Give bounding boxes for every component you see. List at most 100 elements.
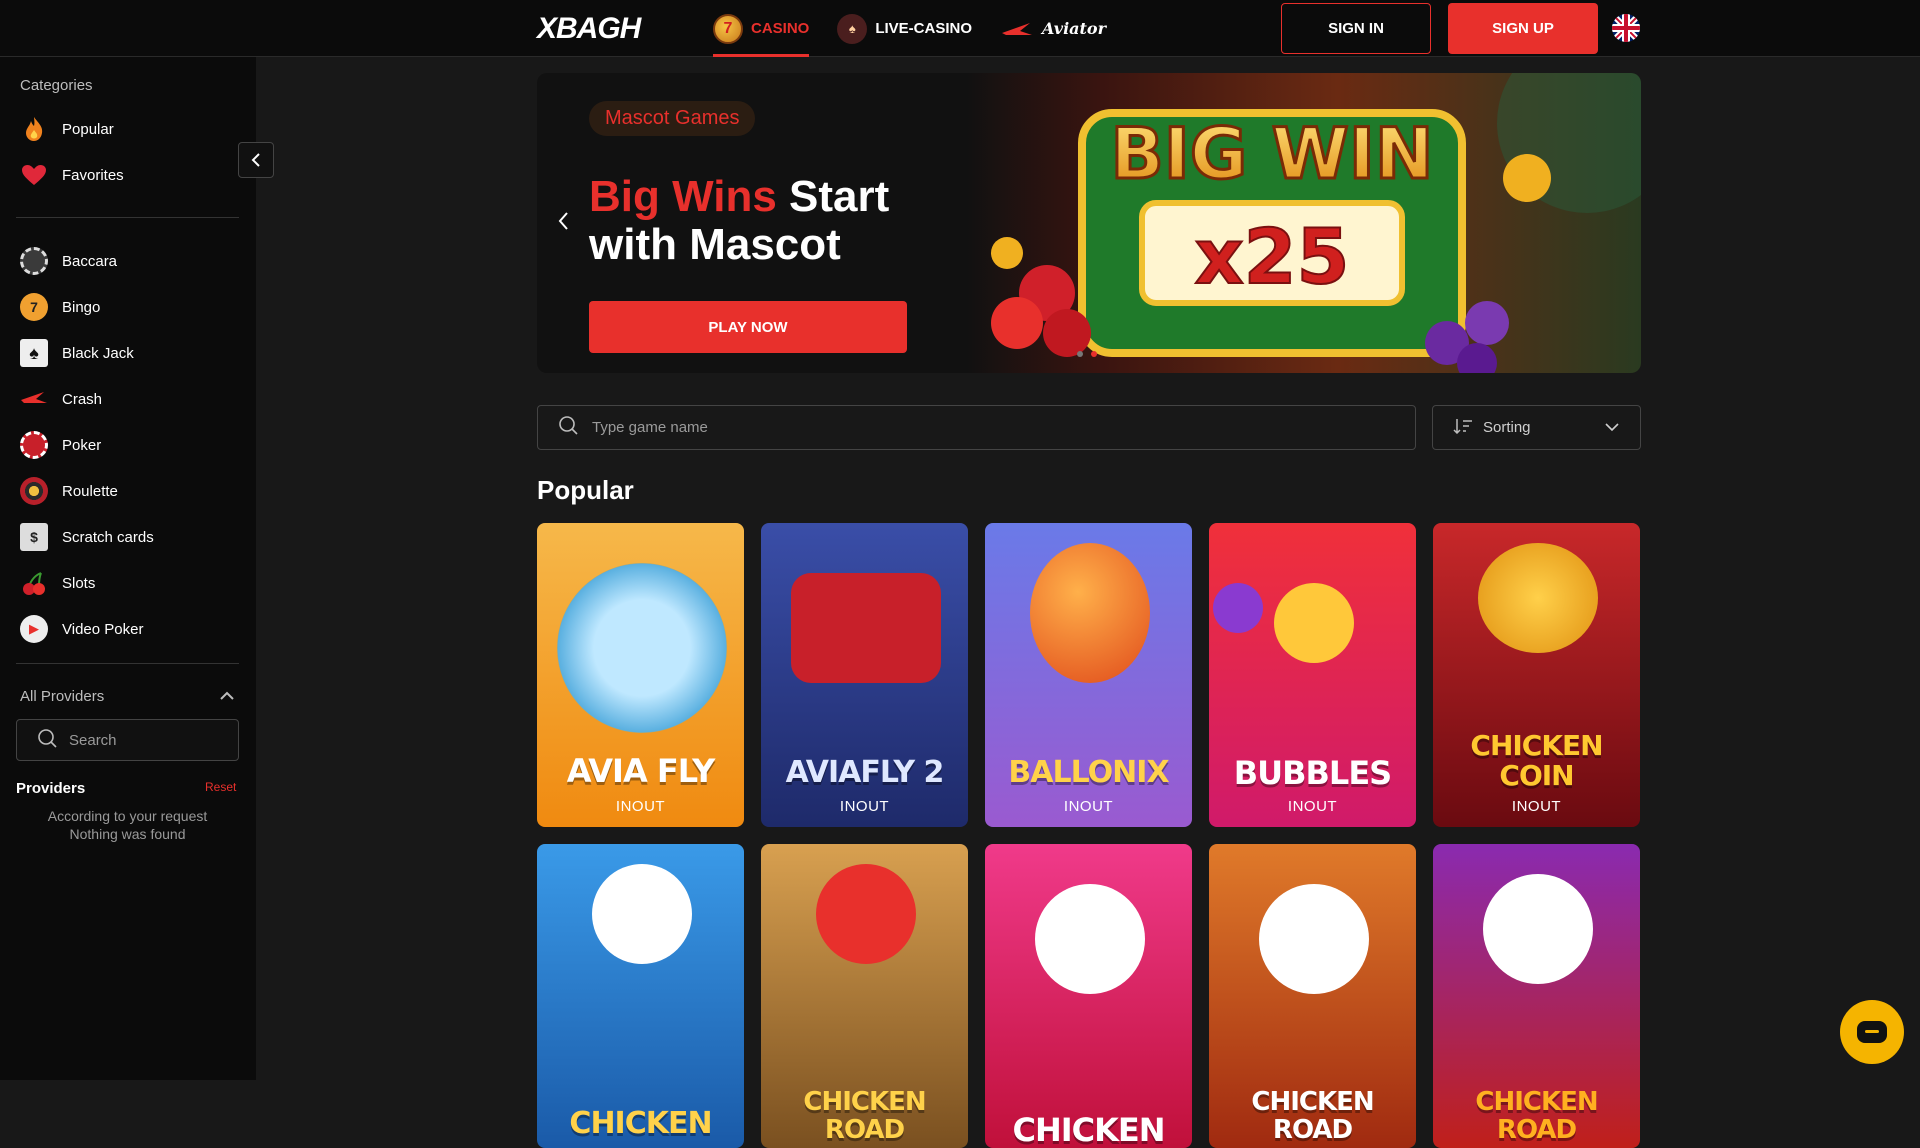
- sign-in-button[interactable]: SIGN IN: [1281, 3, 1431, 54]
- empty-line-2: Nothing was found: [69, 826, 186, 842]
- sidebar-item-bingo[interactable]: 7 Bingo: [20, 289, 100, 325]
- site-logo[interactable]: XBAGH: [537, 12, 641, 46]
- live-dealer-icon: ♠: [837, 13, 868, 44]
- game-title: CHICKEN ROAD: [803, 1087, 926, 1145]
- game-card[interactable]: CHICKEN ROAD: [1209, 844, 1416, 1148]
- categories-heading: Categories: [20, 77, 93, 94]
- banner-artwork: BIG WIN x25: [967, 73, 1641, 373]
- chevron-left-icon: [251, 153, 260, 167]
- sidebar-item-label: Baccara: [62, 252, 118, 270]
- banner-prev-button[interactable]: [557, 211, 569, 237]
- search-icon: [37, 728, 57, 753]
- providers-label: Providers: [16, 780, 86, 797]
- games-grid: AVIA FLY INOUT AVIAFLY 2 INOUT BALLONIX …: [537, 523, 1641, 1148]
- providers-empty-message: According to your request Nothing was fo…: [16, 807, 239, 843]
- sidebar-item-label: Slots: [62, 574, 96, 592]
- game-title: CHICKEN ROAD: [1251, 1087, 1374, 1145]
- game-provider: INOUT: [615, 798, 666, 815]
- game-card[interactable]: CHICKEN ROAD: [761, 844, 968, 1148]
- sidebar-item-poker[interactable]: Poker: [20, 427, 101, 463]
- heart-icon: [20, 161, 48, 189]
- sidebar-item-roulette[interactable]: Roulette: [20, 473, 118, 509]
- sidebar-item-label: Black Jack: [62, 344, 134, 362]
- provider-search-input[interactable]: [69, 731, 219, 749]
- aviator-plane-icon: [1000, 19, 1034, 39]
- crash-plane-icon: [20, 385, 48, 413]
- sign-up-button[interactable]: SIGN UP: [1448, 3, 1598, 54]
- nav-aviator[interactable]: Aviator: [1000, 0, 1106, 57]
- sidebar-item-baccara[interactable]: Baccara: [20, 243, 117, 279]
- uk-flag-icon[interactable]: [1612, 14, 1640, 42]
- game-card[interactable]: CHICKEN COIN INOUT: [1433, 523, 1640, 827]
- game-title: BUBBLES: [1233, 754, 1392, 792]
- game-card[interactable]: AVIAFLY 2 INOUT: [761, 523, 968, 827]
- game-art: [1478, 543, 1598, 653]
- sidebar-item-favorites[interactable]: Favorites: [20, 157, 124, 193]
- game-card[interactable]: CHICKEN ROAD: [1433, 844, 1640, 1148]
- baccara-chip-icon: [20, 247, 48, 275]
- game-title: AVIAFLY 2: [785, 755, 945, 790]
- search-icon: [558, 415, 578, 440]
- game-art: [816, 864, 916, 964]
- chevron-down-icon: [1604, 419, 1620, 436]
- sorting-dropdown[interactable]: Sorting: [1432, 405, 1641, 450]
- sidebar-item-label: Scratch cards: [62, 528, 154, 546]
- game-provider: INOUT: [1511, 798, 1562, 815]
- sidebar-item-crash[interactable]: Crash: [20, 381, 102, 417]
- game-title: CHICKEN COIN: [1470, 729, 1603, 792]
- game-art: [557, 563, 727, 733]
- game-card[interactable]: AVIA FLY INOUT: [537, 523, 744, 827]
- game-search-input[interactable]: [592, 419, 1372, 436]
- sidebar-item-popular[interactable]: Popular: [20, 111, 114, 147]
- banner-art-text-top: BIG WIN: [1110, 113, 1433, 195]
- providers-reset-link[interactable]: Reset: [205, 780, 236, 794]
- nav-aviator-label: Aviator: [1042, 19, 1107, 38]
- all-providers-toggle[interactable]: All Providers: [20, 681, 235, 711]
- nav-casino-label: CASINO: [751, 20, 810, 37]
- game-search-field[interactable]: [537, 405, 1416, 450]
- banner-pagination: [1077, 351, 1097, 357]
- banner-provider-tag: Mascot Games: [589, 101, 756, 136]
- sorting-label: Sorting: [1483, 419, 1531, 436]
- provider-search-field[interactable]: [16, 719, 239, 761]
- sidebar-item-slots[interactable]: Slots: [20, 565, 95, 601]
- chevron-left-icon: [558, 212, 568, 230]
- sidebar-item-video-poker[interactable]: ▶ Video Poker: [20, 611, 143, 647]
- game-card[interactable]: BUBBLES INOUT: [1209, 523, 1416, 827]
- section-title-popular: Popular: [537, 475, 634, 505]
- game-card[interactable]: CHICKEN: [537, 844, 744, 1148]
- banner-dot-2[interactable]: [1091, 351, 1097, 357]
- game-title: CHICKEN: [1012, 1111, 1165, 1148]
- bingo-ball-icon: 7: [20, 293, 48, 321]
- chevron-up-icon: [219, 688, 235, 705]
- banner-dot-1[interactable]: [1077, 351, 1083, 357]
- cherries-icon: [20, 569, 48, 597]
- game-art: [1035, 884, 1145, 994]
- banner-title: Big Wins Start with Mascot: [589, 173, 889, 269]
- game-title: CHICKEN ROAD: [1475, 1087, 1598, 1145]
- game-art: [592, 864, 692, 964]
- sidebar-item-label: Crash: [62, 390, 103, 408]
- main-nav: 7 CASINO ♠ LIVE-CASINO Aviator: [713, 0, 1106, 57]
- sidebar-item-label: Popular: [62, 120, 114, 138]
- banner-title-rest: Start: [776, 172, 890, 221]
- sidebar: Categories Popular Favorites Baccara 7 B…: [0, 57, 256, 1080]
- banner-title-highlight: Big Wins: [589, 172, 777, 221]
- play-now-button[interactable]: PLAY NOW: [589, 301, 907, 353]
- game-art: [1030, 543, 1150, 683]
- game-card[interactable]: BALLONIX INOUT: [985, 523, 1192, 827]
- sidebar-item-label: Video Poker: [62, 620, 144, 638]
- nav-live-casino[interactable]: ♠ LIVE-CASINO: [837, 0, 972, 57]
- sidebar-collapse-button[interactable]: [238, 142, 274, 178]
- promo-banner[interactable]: BIG WIN x25 Mascot Games Big Wins Start …: [537, 73, 1641, 373]
- cards-icon: ♠: [20, 339, 48, 367]
- poker-chip-icon: [20, 431, 48, 459]
- banner-title-line2: with Mascot: [589, 220, 841, 269]
- sidebar-item-black-jack[interactable]: ♠ Black Jack: [20, 335, 134, 371]
- nav-casino[interactable]: 7 CASINO: [713, 0, 810, 57]
- game-card[interactable]: CHICKEN: [985, 844, 1192, 1148]
- sidebar-item-scratch-cards[interactable]: $ Scratch cards: [20, 519, 154, 555]
- sidebar-divider: [16, 663, 239, 664]
- chat-support-button[interactable]: [1840, 1000, 1904, 1064]
- roulette-icon: [20, 477, 48, 505]
